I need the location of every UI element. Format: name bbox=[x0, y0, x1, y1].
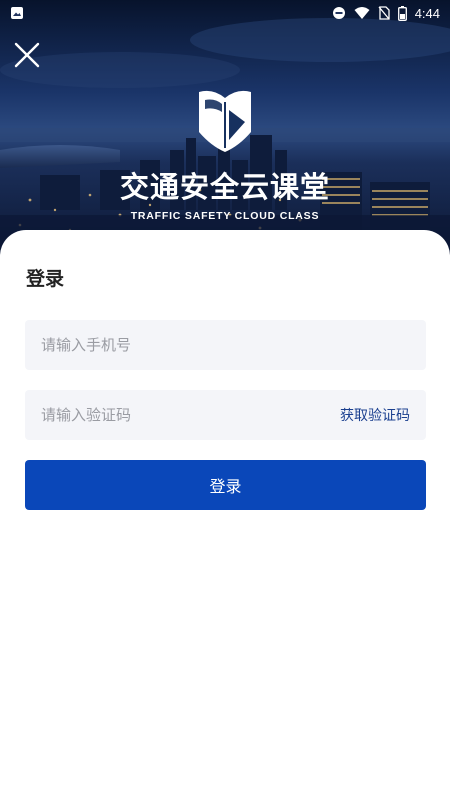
wifi-icon bbox=[354, 7, 370, 19]
app-title: 交通安全云课堂 bbox=[119, 170, 330, 204]
close-button[interactable] bbox=[10, 38, 44, 72]
status-bar: 4:44 bbox=[0, 0, 450, 26]
book-shield-icon bbox=[199, 90, 251, 152]
status-time: 4:44 bbox=[414, 5, 440, 21]
gallery-icon bbox=[11, 7, 23, 19]
close-icon bbox=[14, 42, 40, 68]
no-sim-icon bbox=[378, 6, 390, 20]
code-input[interactable] bbox=[41, 406, 340, 424]
login-card: 登录 获取验证码 登录 bbox=[0, 230, 450, 800]
status-left bbox=[10, 6, 24, 20]
phone-field[interactable] bbox=[25, 320, 426, 370]
login-button[interactable]: 登录 bbox=[25, 460, 426, 510]
battery-icon bbox=[397, 5, 407, 21]
login-title: 登录 bbox=[26, 268, 65, 290]
get-code-button[interactable]: 获取验证码 bbox=[340, 405, 410, 425]
app-logo: 交通安全云课堂 TRAFFIC SAFETY CLOUD CLASS bbox=[0, 88, 450, 222]
app-subtitle: TRAFFIC SAFETY CLOUD CLASS bbox=[130, 210, 320, 222]
code-field[interactable]: 获取验证码 bbox=[25, 390, 426, 440]
dnd-icon bbox=[332, 7, 345, 19]
phone-input[interactable] bbox=[41, 336, 410, 354]
status-right: 4:44 bbox=[332, 5, 440, 21]
